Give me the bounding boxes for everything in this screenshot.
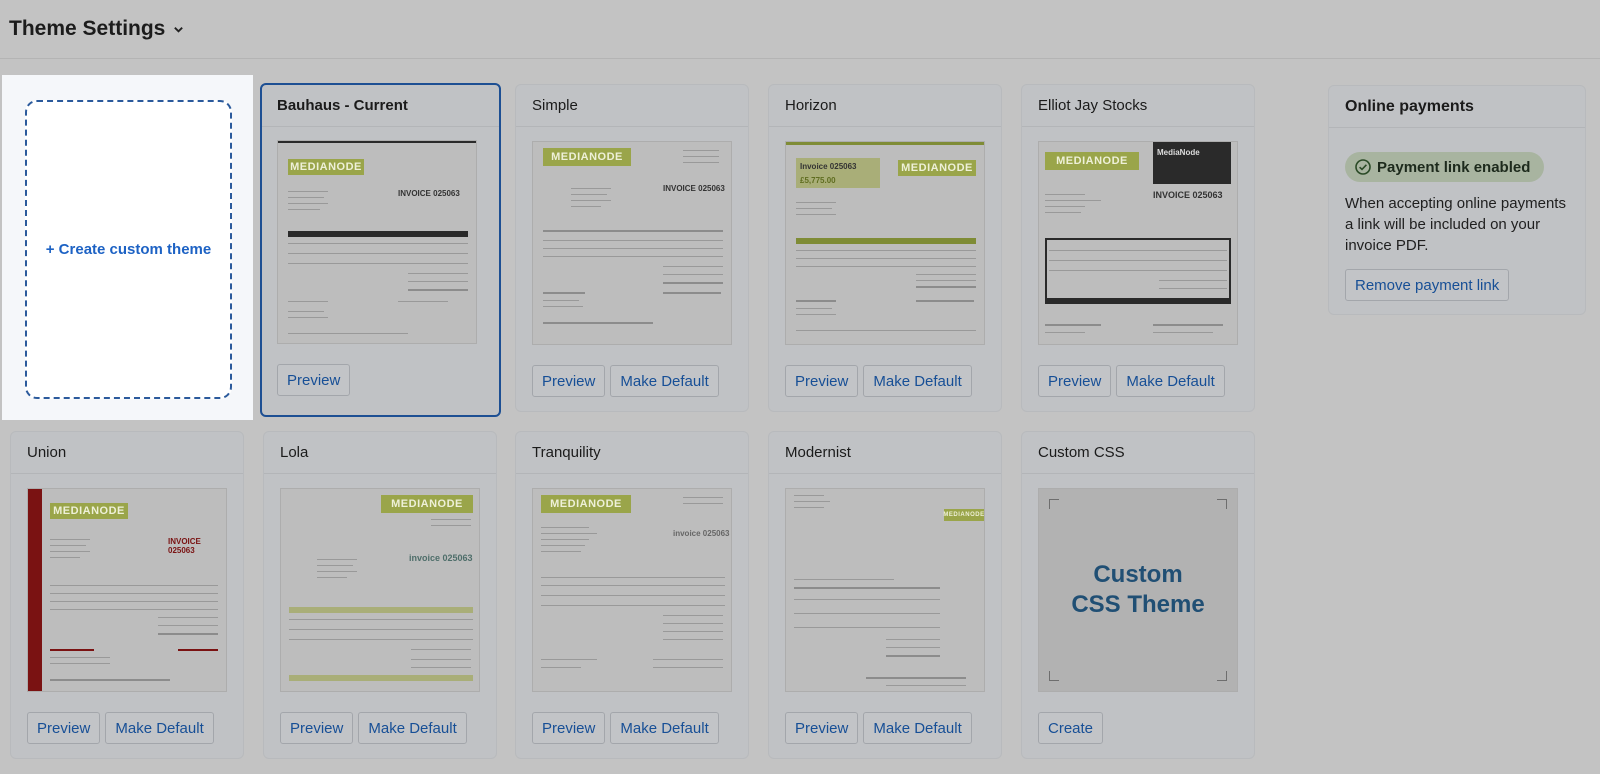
check-circle-icon [1355,159,1371,175]
medianode-logo: MEDIANODE [541,495,631,513]
theme-name: Custom CSS [1022,432,1254,474]
theme-thumbnail[interactable]: MEDIANODE [785,488,985,692]
medianode-logo: MEDIANODE [943,509,984,521]
invoice-title: Invoice 025063 [800,162,857,171]
medianode-logo: MEDIANODE [1045,152,1139,170]
preview-button[interactable]: Preview [280,712,354,744]
theme-name: Simple [516,85,748,127]
theme-thumbnail[interactable]: MEDIANODE INVOICE 025063 [277,140,477,344]
invoice-title: INVOICE 025063 [398,189,460,198]
theme-actions: Preview Make Default [1038,365,1225,397]
theme-actions: Preview Make Default [27,712,214,744]
make-default-button[interactable]: Make Default [610,712,719,744]
theme-card-lola: Lola MEDIANODE invoice 025063 Preview Ma… [263,431,497,759]
preview-button[interactable]: Preview [532,365,606,397]
theme-thumbnail[interactable]: MEDIANODE invoice 025063 [280,488,480,692]
invoice-title: INVOICE 025063 [1153,190,1223,200]
make-default-button[interactable]: Make Default [358,712,467,744]
online-payments-panel: Online payments Payment link enabled Whe… [1328,85,1586,315]
theme-card-modernist: Modernist MEDIANODE Preview Make Default [768,431,1002,759]
preview-button[interactable]: Preview [1038,365,1112,397]
invoice-title: INVOICE 025063 [168,537,201,555]
theme-card-horizon: Horizon Invoice 025063 £5,775.00 MEDIANO… [768,84,1002,412]
theme-name: Tranquility [516,432,748,474]
theme-actions: Create [1038,712,1104,744]
theme-card-tranquility: Tranquility MEDIANODE invoice 025063 Pre… [515,431,749,759]
brand-name: MediaNode [1157,148,1200,157]
make-default-button[interactable]: Make Default [1116,365,1225,397]
theme-name: Union [11,432,243,474]
badge-label: Payment link enabled [1377,158,1531,176]
theme-card-custom-css: Custom CSS Custom CSS Theme Create [1021,431,1255,759]
theme-thumbnail[interactable]: MEDIANODE invoice 025063 [532,488,732,692]
theme-actions: Preview Make Default [785,365,972,397]
theme-actions: Preview Make Default [532,365,719,397]
make-default-button[interactable]: Make Default [105,712,214,744]
theme-card-bauhaus: Bauhaus - Current MEDIANODE INVOICE 0250… [260,83,501,417]
preview-button[interactable]: Preview [532,712,606,744]
make-default-button[interactable]: Make Default [863,365,972,397]
preview-button[interactable]: Preview [785,712,859,744]
create-custom-theme-label: + Create custom theme [45,241,212,258]
medianode-logo: MEDIANODE [50,503,128,519]
theme-actions: Preview Make Default [280,712,467,744]
theme-name: Modernist [769,432,1001,474]
theme-card-union: Union MEDIANODE INVOICE 025063 Preview M… [10,431,244,759]
medianode-logo: MEDIANODE [381,495,473,513]
preview-button[interactable]: Preview [785,365,859,397]
theme-actions: Preview Make Default [785,712,972,744]
medianode-logo: MEDIANODE [543,148,631,166]
create-custom-theme-card: + Create custom theme [2,75,253,420]
thumb-line-2: CSS Theme [1071,591,1205,618]
create-custom-theme-button[interactable]: + Create custom theme [25,100,232,399]
theme-name: Horizon [769,85,1001,127]
remove-payment-link-button[interactable]: Remove payment link [1345,269,1510,301]
preview-button[interactable]: Preview [27,712,101,744]
theme-thumbnail[interactable]: Invoice 025063 £5,775.00 MEDIANODE [785,141,985,345]
payments-description: When accepting online payments a link wi… [1345,195,1566,254]
invoice-title: invoice 025063 [409,553,473,563]
make-default-button[interactable]: Make Default [863,712,972,744]
theme-name: Bauhaus - Current [262,85,499,127]
invoice-amount: £5,775.00 [800,176,836,185]
theme-card-simple: Simple MEDIANODE INVOICE 025063 Preview … [515,84,749,412]
theme-name: Elliot Jay Stocks [1022,85,1254,127]
create-button[interactable]: Create [1038,712,1104,744]
theme-card-elliot-jay-stocks: Elliot Jay Stocks MEDIANODE MediaNode IN… [1021,84,1255,412]
theme-thumbnail[interactable]: MEDIANODE MediaNode INVOICE 025063 [1038,141,1238,345]
theme-thumbnail[interactable]: MEDIANODE INVOICE 025063 [27,488,227,692]
online-payments-title: Online payments [1329,86,1585,128]
thumb-line-1: Custom [1093,561,1183,588]
medianode-logo: MEDIANODE [288,159,364,175]
page-title[interactable]: Theme Settings [9,17,165,41]
top-bar: Theme Settings [0,0,1600,59]
theme-thumbnail[interactable]: MEDIANODE INVOICE 025063 [532,141,732,345]
custom-css-thumbnail[interactable]: Custom CSS Theme [1038,488,1238,692]
invoice-title: invoice 025063 [673,529,730,538]
theme-actions: Preview [277,364,351,396]
theme-name: Lola [264,432,496,474]
chevron-down-icon[interactable] [173,24,184,35]
theme-actions: Preview Make Default [532,712,719,744]
medianode-logo: MEDIANODE [898,160,976,176]
preview-button[interactable]: Preview [277,364,351,396]
invoice-title: INVOICE 025063 [663,184,725,193]
custom-css-thumb-text: Custom CSS Theme [1039,489,1237,691]
payment-link-status-badge: Payment link enabled [1345,152,1545,182]
make-default-button[interactable]: Make Default [610,365,719,397]
